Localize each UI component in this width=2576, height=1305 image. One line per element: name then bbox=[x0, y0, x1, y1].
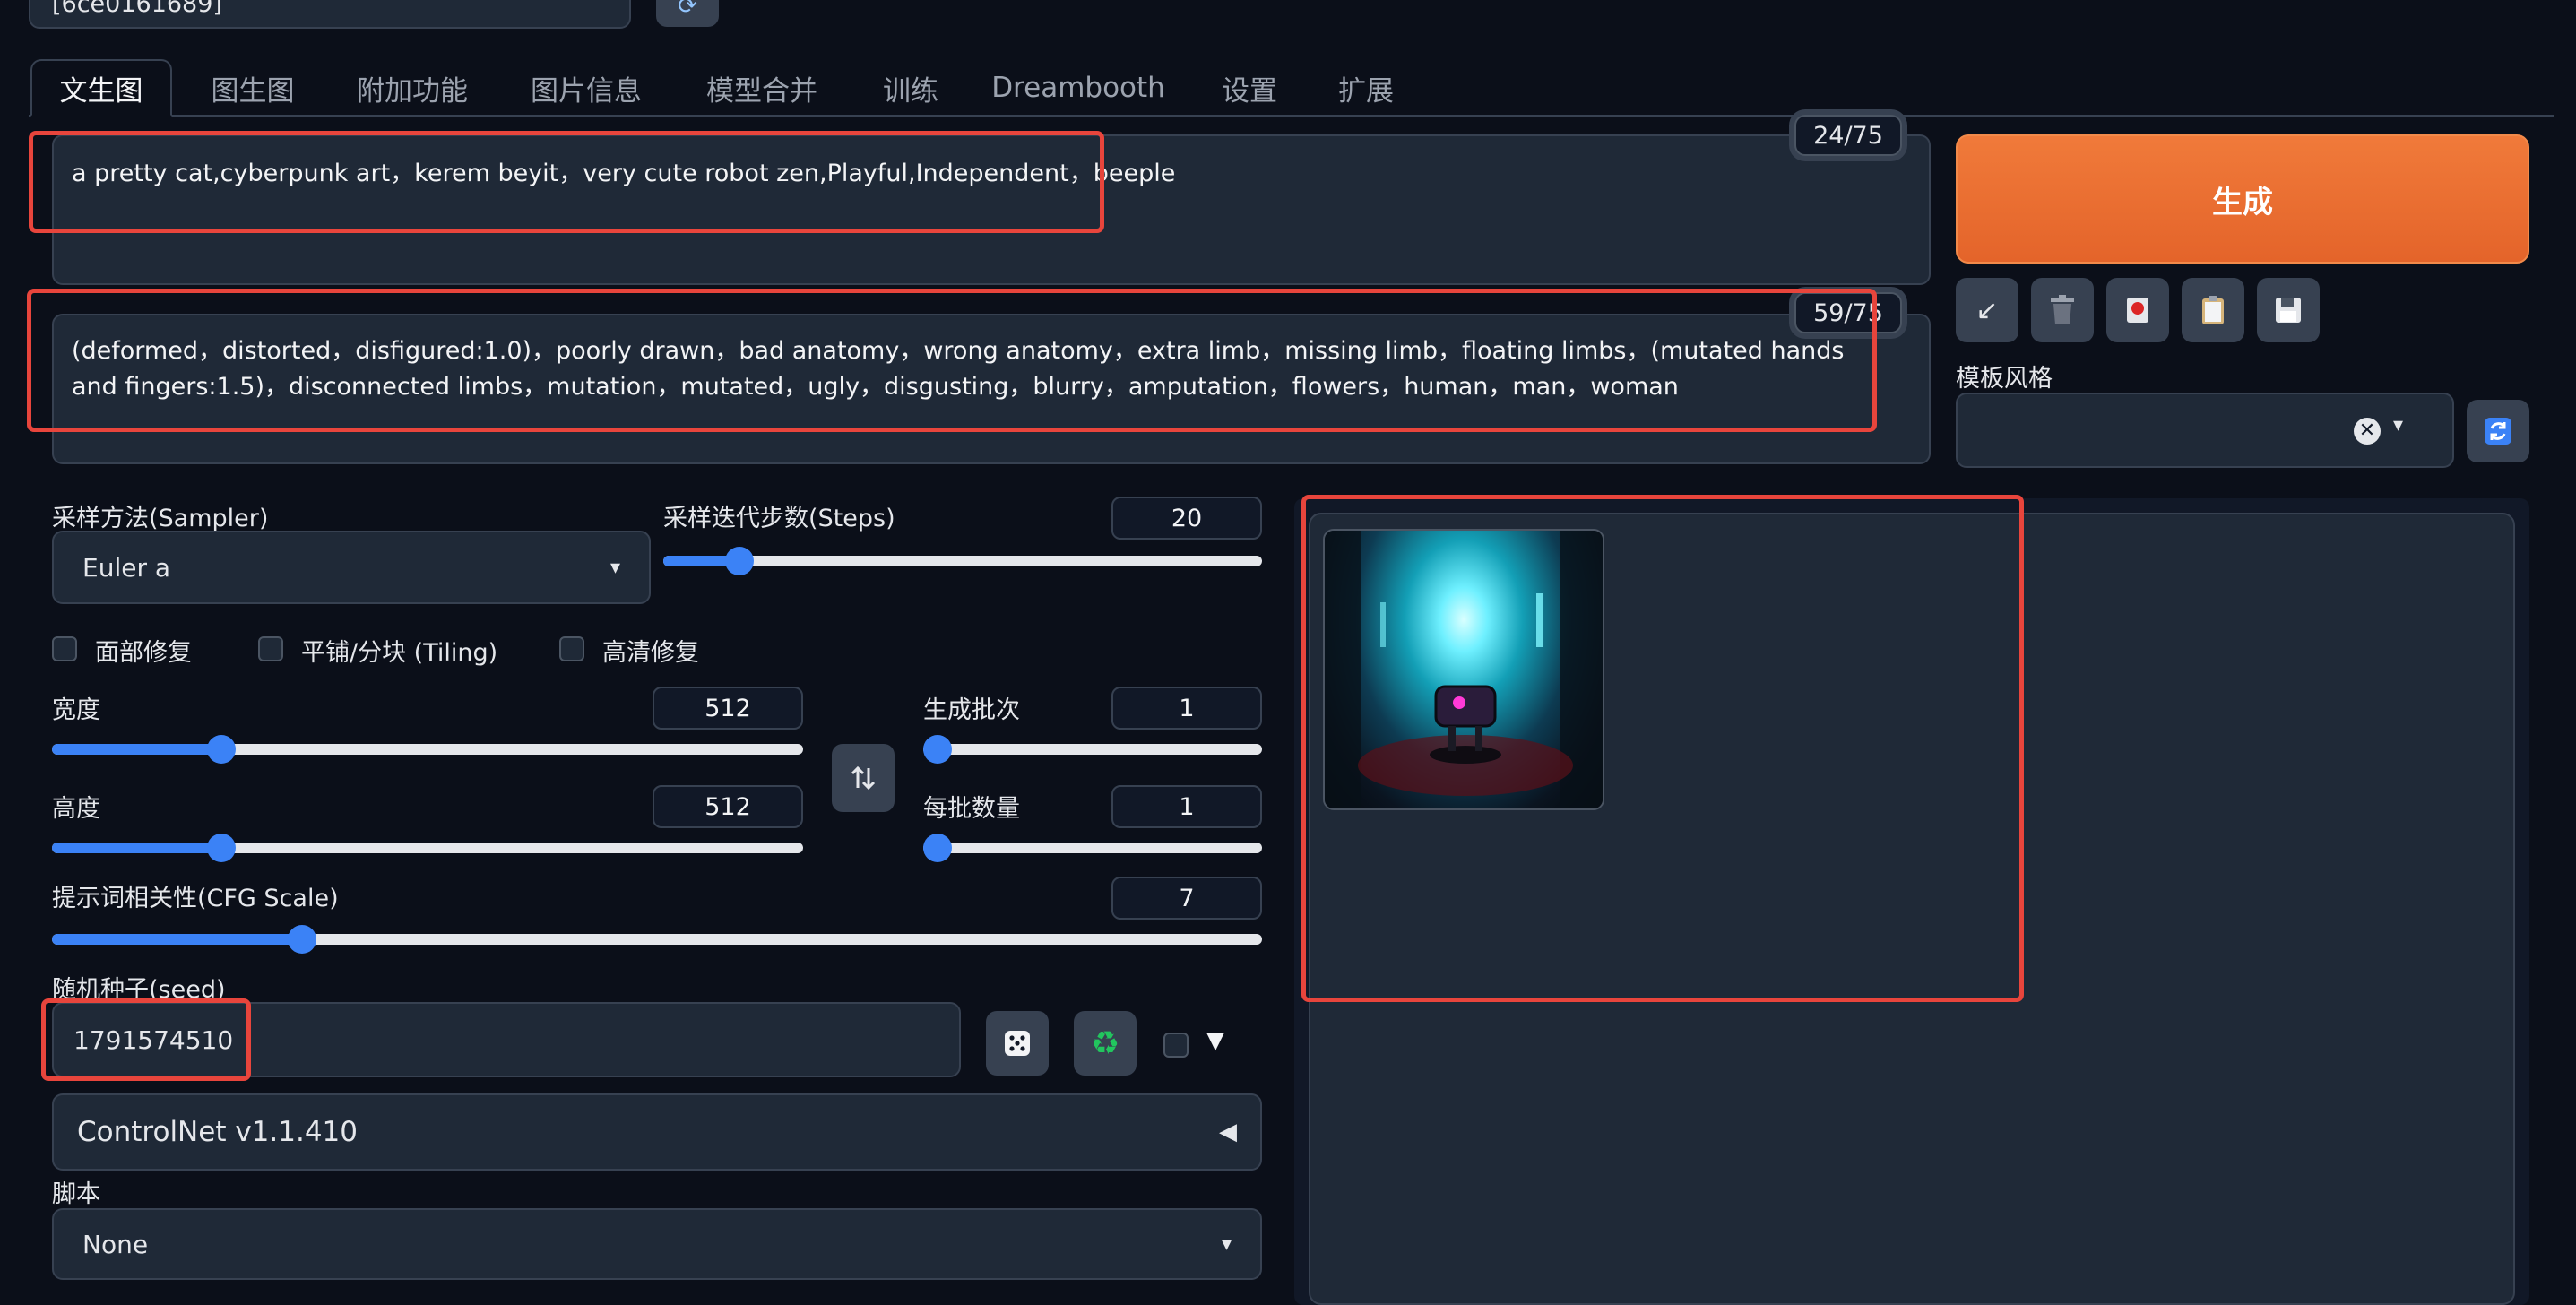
height-slider[interactable] bbox=[52, 834, 803, 862]
height-slider-handle[interactable] bbox=[207, 834, 237, 862]
tab-png-info[interactable]: 图片信息 bbox=[514, 59, 658, 117]
height-label: 高度 bbox=[52, 795, 100, 823]
clear-prompt-button[interactable] bbox=[2031, 278, 2094, 342]
batch-count-input[interactable]: 1 bbox=[1111, 687, 1262, 730]
cfg-scale-label: 提示词相关性(CFG Scale) bbox=[52, 885, 339, 912]
chevron-down-icon: ▾ bbox=[2393, 414, 2404, 436]
tab-train[interactable]: 训练 bbox=[866, 59, 955, 117]
script-value: None bbox=[82, 1229, 149, 1259]
apply-style-button[interactable] bbox=[2182, 278, 2244, 342]
floppy-disk-icon bbox=[2276, 298, 2301, 323]
width-input[interactable]: 512 bbox=[653, 687, 803, 730]
style-select[interactable]: ✕ ▾ bbox=[1956, 393, 2454, 468]
random-seed-button[interactable] bbox=[986, 1011, 1049, 1076]
tab-extras[interactable]: 附加功能 bbox=[341, 59, 484, 117]
trash-icon bbox=[2051, 295, 2074, 324]
save-style-button[interactable] bbox=[2257, 278, 2320, 342]
tab-img2img[interactable]: 图生图 bbox=[190, 59, 316, 117]
seed-highlight bbox=[41, 998, 251, 1081]
sampler-label: 采样方法(Sampler) bbox=[52, 505, 269, 532]
tab-extensions[interactable]: 扩展 bbox=[1323, 59, 1409, 117]
refresh-styles-button[interactable] bbox=[2467, 400, 2529, 462]
batch-size-slider-handle[interactable] bbox=[923, 834, 952, 862]
dice-icon bbox=[1005, 1031, 1030, 1056]
batch-size-slider[interactable] bbox=[923, 834, 1262, 862]
controlnet-accordion[interactable]: ControlNet v1.1.410 ◀ bbox=[52, 1093, 1262, 1171]
steps-label: 采样迭代步数(Steps) bbox=[663, 505, 895, 532]
height-input[interactable]: 512 bbox=[653, 785, 803, 828]
prompt-highlight bbox=[29, 131, 1104, 233]
sampler-value: Euler a bbox=[82, 552, 171, 583]
batch-size-label: 每批数量 bbox=[923, 795, 1020, 823]
hires-fix-label: 高清修复 bbox=[602, 639, 699, 667]
tiling-checkbox[interactable] bbox=[258, 636, 283, 661]
tab-settings[interactable]: 设置 bbox=[1206, 59, 1292, 117]
cfg-scale-input[interactable]: 7 bbox=[1111, 877, 1262, 920]
refresh-models-button[interactable]: ⟳ bbox=[656, 0, 719, 27]
height-slider-fill bbox=[52, 843, 222, 853]
tiling-label: 平铺/分块 (Tiling) bbox=[301, 639, 498, 667]
controlnet-title: ControlNet v1.1.410 bbox=[77, 1116, 358, 1148]
width-label: 宽度 bbox=[52, 696, 100, 724]
red-card-icon bbox=[2127, 298, 2148, 323]
tab-txt2img[interactable]: 文生图 bbox=[30, 59, 172, 117]
sampler-select[interactable]: Euler a ▾ bbox=[52, 531, 651, 604]
read-params-button[interactable]: ↙ bbox=[1956, 278, 2018, 342]
clear-selection-icon[interactable]: ✕ bbox=[2354, 418, 2381, 445]
model-select-value: v1-5-pruned-emaonly.safetensors [6ce0161… bbox=[52, 0, 222, 18]
tab-checkpoint-merger[interactable]: 模型合并 bbox=[690, 59, 834, 117]
generate-button[interactable]: 生成 bbox=[1956, 134, 2529, 264]
prompt-token-counter: 24/75 bbox=[1794, 115, 1902, 156]
face-restore-label: 面部修复 bbox=[95, 639, 192, 667]
extra-seed-checkbox[interactable] bbox=[1163, 1033, 1189, 1058]
chevron-down-icon: ▾ bbox=[609, 556, 620, 579]
width-slider-fill bbox=[52, 744, 222, 755]
batch-count-slider-handle[interactable] bbox=[923, 735, 952, 764]
batch-size-input[interactable]: 1 bbox=[1111, 785, 1262, 828]
steps-slider-handle[interactable] bbox=[725, 547, 755, 575]
extra-networks-button[interactable] bbox=[2106, 278, 2169, 342]
script-label: 脚本 bbox=[52, 1180, 100, 1208]
arrow-down-left-icon: ↙ bbox=[1975, 294, 1999, 326]
cfg-scale-slider[interactable] bbox=[52, 925, 1262, 954]
negative-prompt-highlight bbox=[27, 289, 1877, 432]
batch-count-label: 生成批次 bbox=[923, 696, 1020, 724]
steps-slider[interactable] bbox=[663, 547, 1262, 575]
clipboard-icon bbox=[2202, 296, 2224, 324]
hires-fix-checkbox[interactable] bbox=[559, 636, 584, 661]
triangle-down-icon[interactable]: ▼ bbox=[1206, 1027, 1224, 1054]
width-slider-handle[interactable] bbox=[207, 735, 237, 764]
cfg-scale-slider-fill bbox=[52, 934, 303, 945]
swap-arrows-icon bbox=[851, 765, 876, 791]
script-select[interactable]: None ▾ bbox=[52, 1208, 1262, 1280]
cfg-scale-slider-handle[interactable] bbox=[288, 925, 317, 954]
steps-input[interactable]: 20 bbox=[1111, 497, 1262, 540]
swap-dimensions-button[interactable] bbox=[832, 744, 895, 812]
model-select[interactable]: v1-5-pruned-emaonly.safetensors [6ce0161… bbox=[29, 0, 631, 29]
refresh-icon bbox=[2485, 418, 2511, 445]
reuse-seed-button[interactable]: ♻ bbox=[1074, 1011, 1137, 1076]
refresh-icon: ⟳ bbox=[678, 0, 697, 20]
tab-dreambooth[interactable]: Dreambooth bbox=[984, 59, 1172, 117]
face-restore-checkbox[interactable] bbox=[52, 636, 77, 661]
style-section-label: 模板风格 bbox=[1956, 365, 2053, 393]
batch-count-slider[interactable] bbox=[923, 735, 1262, 764]
output-highlight bbox=[1301, 495, 2024, 1002]
chevron-down-icon: ▾ bbox=[1221, 1232, 1232, 1256]
width-slider[interactable] bbox=[52, 735, 803, 764]
caret-left-icon: ◀ bbox=[1219, 1119, 1237, 1145]
recycle-icon: ♻ bbox=[1090, 1024, 1120, 1062]
